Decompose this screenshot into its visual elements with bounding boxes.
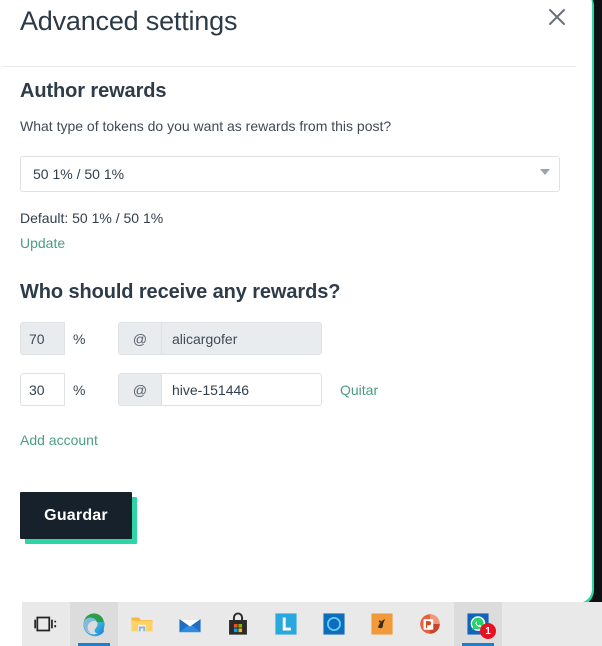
taskbar-item-orange-app[interactable] [358, 602, 406, 646]
taskbar-item-powerpoint[interactable] [406, 602, 454, 646]
beneficiary-row: 70 % @ alicargofer [20, 322, 568, 356]
percent-symbol: % [73, 330, 86, 347]
taskbar-item-microsoft-store[interactable] [214, 602, 262, 646]
taskbar-item-microsoft-edge[interactable] [70, 602, 118, 646]
beneficiary-account-group: @ hive-151446 [118, 373, 322, 407]
add-account-link[interactable]: Add account [20, 432, 98, 448]
reward-type-select[interactable]: 50 1% / 50 1% [20, 156, 560, 193]
beneficiary-percent-input[interactable]: 70 [20, 322, 65, 356]
beneficiary-percent-input[interactable]: 30 [20, 373, 65, 407]
lightshot-icon [275, 613, 297, 635]
beneficiaries-heading: Who should receive any rewards? [20, 281, 341, 304]
file-explorer-icon [131, 617, 153, 632]
taskbar-item-task-view[interactable] [22, 602, 70, 646]
default-reward-label: Default: 50 1% / 50 1% [20, 210, 164, 227]
page-title: Advanced settings [20, 6, 238, 36]
beneficiary-row: 30 % @ hive-151446 Quitar [20, 373, 568, 407]
taskbar-item-lightshot[interactable] [262, 602, 310, 646]
header-divider [2, 66, 576, 67]
taskbar-item-file-explorer[interactable] [118, 602, 166, 646]
taskbar-item-mail[interactable] [166, 602, 214, 646]
microsoft-edge-icon [83, 613, 105, 637]
screen: Advanced settings Author rewards What ty… [0, 0, 602, 646]
taskbar-item-whatsapp[interactable]: 1 [454, 602, 502, 646]
remove-beneficiary-link[interactable]: Quitar [340, 382, 378, 398]
update-link[interactable]: Update [20, 235, 65, 251]
orange-app-icon [371, 613, 393, 635]
at-symbol-icon: @ [118, 322, 161, 356]
windows-taskbar: 1 [0, 602, 602, 646]
close-icon [549, 9, 565, 25]
outlook-icon [323, 613, 345, 635]
save-button[interactable]: Guardar [20, 492, 132, 540]
advanced-settings-modal: Advanced settings Author rewards What ty… [0, 0, 592, 603]
save-button-wrapper: Guardar [20, 492, 137, 545]
reward-type-select-wrapper: 50 1% / 50 1% [20, 156, 560, 193]
author-rewards-heading: Author rewards [20, 80, 167, 102]
beneficiary-account-input[interactable]: hive-151446 [161, 373, 322, 407]
beneficiary-account-group: @ alicargofer [118, 322, 322, 356]
task-view-icon [34, 616, 57, 632]
at-symbol-icon: @ [118, 373, 161, 407]
microsoft-store-icon [229, 612, 247, 635]
taskbar-item-outlook[interactable] [310, 602, 358, 646]
author-rewards-question: What type of tokens do you want as rewar… [20, 118, 392, 134]
whatsapp-notification-badge: 1 [480, 623, 496, 639]
powerpoint-icon [420, 614, 440, 634]
modal-header: Advanced settings [0, 0, 580, 67]
percent-symbol: % [73, 381, 86, 398]
close-button[interactable] [542, 2, 572, 32]
modal-body: Author rewards What type of tokens do yo… [20, 80, 568, 545]
beneficiary-account-input[interactable]: alicargofer [161, 322, 322, 356]
taskbar-left-pad [0, 602, 22, 646]
mail-icon [179, 619, 201, 633]
